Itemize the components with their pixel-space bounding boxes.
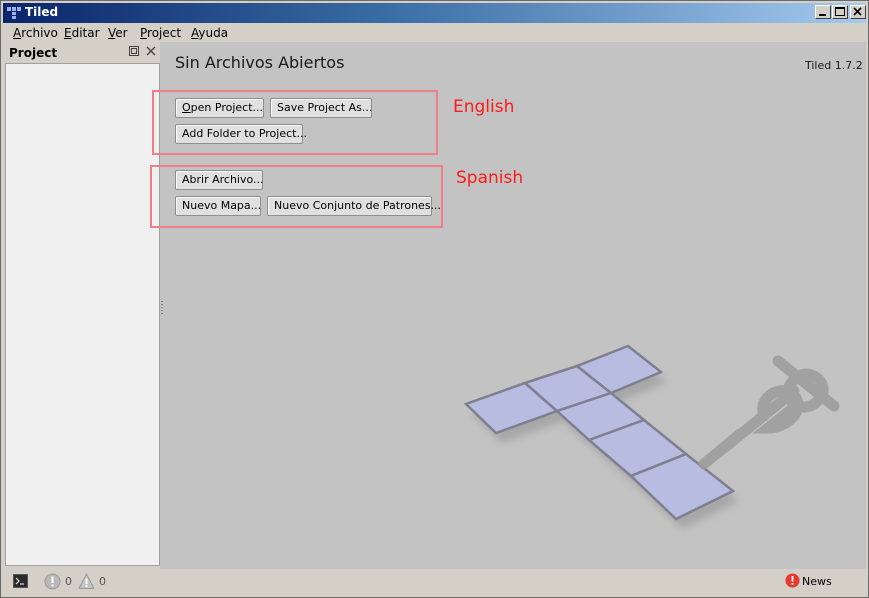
menu-archivo[interactable]: Archivo: [13, 26, 58, 40]
open-project-button[interactable]: Open Project...: [175, 98, 264, 118]
menu-mnemonic: A: [13, 26, 22, 40]
menu-ayuda[interactable]: Ayuda: [191, 26, 228, 40]
abrir-archivo-button[interactable]: Abrir Archivo...: [175, 170, 264, 190]
minimize-icon: [819, 14, 826, 16]
nuevo-conjunto-de-patrones-button[interactable]: Nuevo Conjunto de Patrones...: [267, 196, 441, 216]
spanish-annotation-label: Spanish: [456, 168, 524, 188]
float-icon[interactable]: [129, 46, 139, 56]
english-annotation-label: English: [453, 97, 515, 117]
add-folder-to-project-button[interactable]: Add Folder to Project...: [175, 124, 307, 144]
close-icon[interactable]: [146, 46, 156, 56]
project-dock: Project: [3, 42, 160, 569]
news-alert-icon[interactable]: [785, 573, 800, 588]
menu-project[interactable]: Project: [140, 26, 181, 40]
menu-label: roject: [147, 26, 182, 40]
version-label: Tiled 1.7.2: [805, 59, 863, 72]
warning-count: 0: [99, 575, 106, 588]
button-label: pen Project...: [190, 101, 264, 114]
tiled-window: Tiled Archivo Editar Ver Project Ayuda P…: [0, 0, 869, 598]
close-button[interactable]: [850, 5, 866, 19]
menu-bar: Archivo Editar Ver Project Ayuda: [3, 23, 866, 42]
maximize-button[interactable]: [832, 5, 848, 19]
tiled-logo: [463, 344, 840, 529]
maximize-icon: [835, 7, 845, 16]
error-count: 0: [65, 575, 72, 588]
dock-splitter-handle[interactable]: [161, 301, 163, 315]
error-icon[interactable]: [44, 573, 61, 590]
menu-label: rchivo: [21, 26, 58, 40]
button-mnemonic: O: [182, 101, 191, 114]
menu-label: ditar: [71, 26, 100, 40]
close-icon: [853, 7, 862, 16]
project-tree[interactable]: [5, 63, 160, 566]
window-title: Tiled: [25, 5, 59, 19]
menu-mnemonic: P: [140, 26, 148, 40]
nuevo-mapa-button[interactable]: Nuevo Mapa...: [175, 196, 261, 216]
page-title: Sin Archivos Abiertos: [175, 53, 345, 72]
menu-editar[interactable]: Editar: [64, 26, 100, 40]
console-icon[interactable]: [13, 574, 28, 588]
menu-ver[interactable]: Ver: [108, 26, 128, 40]
status-bar: 0 0 News: [3, 569, 866, 595]
title-bar[interactable]: Tiled: [3, 3, 866, 23]
menu-label: er: [115, 26, 128, 40]
menu-mnemonic: E: [64, 26, 72, 40]
save-project-as-button[interactable]: Save Project As...: [270, 98, 372, 118]
tiled-app-icon: [7, 7, 21, 19]
warning-icon[interactable]: [78, 573, 95, 590]
project-dock-title: Project: [9, 46, 58, 60]
menu-label: yuda: [198, 26, 229, 40]
news-button[interactable]: News: [802, 575, 832, 588]
minimize-button[interactable]: [815, 5, 831, 19]
